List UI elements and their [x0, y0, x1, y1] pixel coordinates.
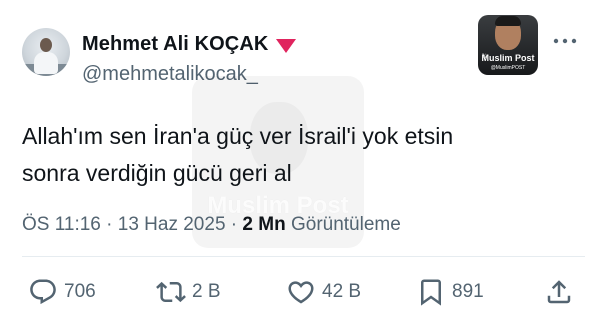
- tweet-date[interactable]: 13 Haz 2025: [118, 214, 226, 235]
- author-name-row: Mehmet Ali KOÇAK: [82, 33, 297, 56]
- divider: [22, 256, 585, 257]
- tweet-meta: ÖS 11:16 · 13 Haz 2025 · 2 Mn Görüntülem…: [22, 214, 401, 236]
- bookmark-count: 891: [452, 281, 484, 302]
- meta-separator: ·: [106, 214, 113, 235]
- retweet-count: 2 B: [192, 281, 221, 302]
- avatar[interactable]: [22, 28, 70, 76]
- like-button[interactable]: 42 B: [286, 272, 361, 312]
- tweet-text-line-1: Allah'ım sen İran'a güç ver İsrail'i yok…: [22, 123, 454, 149]
- views-count: 2 Mn: [242, 214, 286, 235]
- retweet-button[interactable]: 2 B: [156, 272, 221, 312]
- like-icon: [288, 281, 314, 304]
- reply-icon: [30, 279, 56, 305]
- logo-title: Muslim Post: [481, 53, 535, 63]
- logo-hair: [495, 16, 521, 26]
- red-triangle-icon: [276, 38, 297, 53]
- reply-count: 706: [64, 281, 96, 302]
- tweet-time[interactable]: ÖS 11:16: [22, 214, 101, 235]
- reply-button[interactable]: 706: [28, 272, 96, 312]
- author-name[interactable]: Mehmet Ali KOÇAK: [82, 33, 268, 56]
- meta-separator: ·: [230, 214, 238, 235]
- tweet: Mehmet Ali KOÇAK @mehmetalikocak_ 𝕏 Musl…: [0, 0, 607, 336]
- share-icon: [547, 280, 571, 304]
- share-button[interactable]: [544, 272, 574, 312]
- views-label: Görüntüleme: [290, 214, 401, 235]
- avatar-head: [40, 38, 52, 52]
- more-icon[interactable]: [553, 36, 577, 46]
- bookmark-button[interactable]: 891: [416, 272, 484, 312]
- avatar-body: [34, 52, 58, 74]
- like-count: 42 B: [322, 281, 362, 302]
- retweet-icon: [156, 281, 186, 303]
- muslim-post-logo: 𝕏 Muslim Post @MuslimPOST: [478, 15, 538, 75]
- tweet-text-line-2: sonra verdiğin gücü geri al: [22, 160, 292, 186]
- bookmark-icon: [421, 279, 441, 306]
- logo-handle: @MuslimPOST: [490, 65, 526, 71]
- action-bar: 706 2 B 42 B 891: [22, 272, 585, 312]
- tweet-text: Allah'ım sen İran'a güç ver İsrail'i yok…: [22, 118, 592, 192]
